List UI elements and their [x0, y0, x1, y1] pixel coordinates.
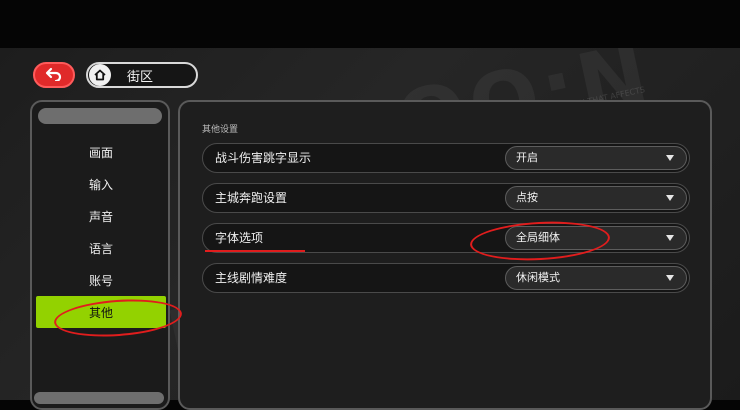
section-title: 其他设置 — [202, 125, 239, 135]
breadcrumb-label: 街区 — [127, 69, 154, 85]
dropdown-value: 开启 — [516, 151, 538, 164]
back-arrow-icon — [45, 66, 63, 85]
home-icon — [89, 64, 111, 86]
chevron-down-icon — [666, 195, 674, 201]
setting-label: 字体选项 — [215, 231, 264, 245]
setting-label: 主城奔跑设置 — [215, 191, 288, 205]
setting-row-damage-numbers: 战斗伤害跳字显示 开启 — [202, 143, 690, 173]
sidebar-item-display[interactable]: 画面 — [36, 136, 166, 168]
font-dropdown[interactable]: 全局细体 — [505, 226, 687, 250]
setting-label: 战斗伤害跳字显示 — [215, 151, 312, 165]
sidebar-item-input[interactable]: 输入 — [36, 168, 166, 200]
settings-sidebar: 画面 输入 声音 语言 账号 其他 — [30, 100, 170, 410]
setting-row-story-difficulty: 主线剧情难度 休闲模式 — [202, 263, 690, 293]
setting-label: 主线剧情难度 — [215, 271, 288, 285]
sidebar-item-other[interactable]: 其他 — [36, 296, 166, 328]
sidebar-item-account[interactable]: 账号 — [36, 264, 166, 296]
damage-numbers-dropdown[interactable]: 开启 — [505, 146, 687, 170]
dropdown-value: 点按 — [516, 191, 538, 204]
settings-panel: 其他设置 战斗伤害跳字显示 开启 主城奔跑设置 点按 字体选项 全局细体 主线剧… — [178, 100, 712, 410]
chevron-down-icon — [666, 275, 674, 281]
dropdown-value: 休闲模式 — [516, 271, 560, 284]
sidebar-bottom-handle — [34, 392, 164, 404]
city-run-dropdown[interactable]: 点按 — [505, 186, 687, 210]
dropdown-value: 全局细体 — [516, 231, 560, 244]
setting-row-font: 字体选项 全局细体 — [202, 223, 690, 253]
breadcrumb[interactable]: 街区 — [86, 62, 198, 88]
chevron-down-icon — [666, 235, 674, 241]
sidebar-item-language[interactable]: 语言 — [36, 232, 166, 264]
sidebar-item-sound[interactable]: 声音 — [36, 200, 166, 232]
back-button[interactable] — [33, 62, 75, 88]
chevron-down-icon — [666, 155, 674, 161]
story-difficulty-dropdown[interactable]: 休闲模式 — [505, 266, 687, 290]
setting-row-city-run: 主城奔跑设置 点按 — [202, 183, 690, 213]
sidebar-scroll-handle — [38, 108, 162, 124]
